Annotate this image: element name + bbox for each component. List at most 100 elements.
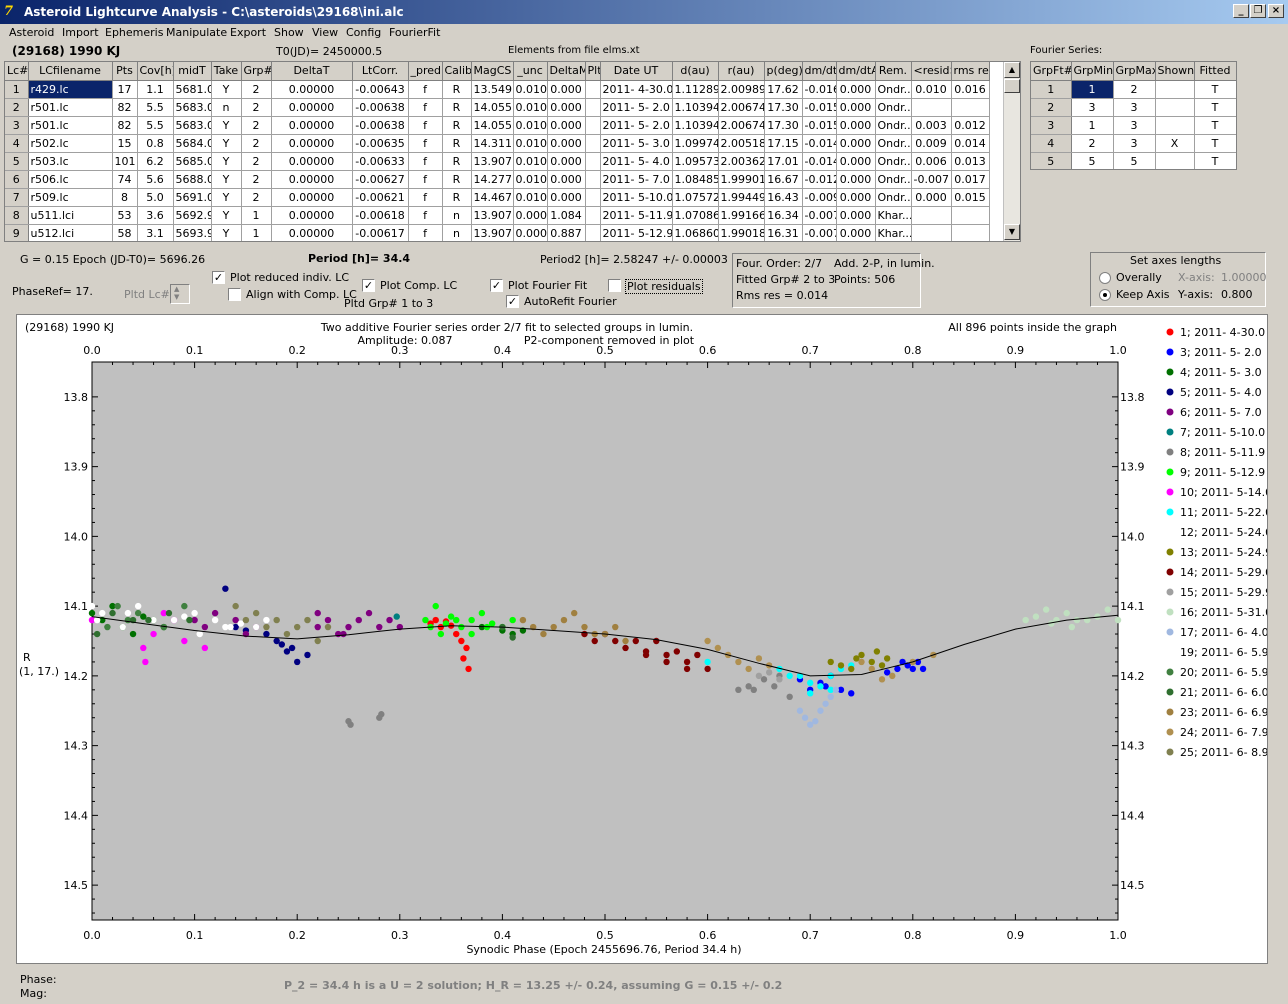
table-cell[interactable]: 16.43 [764,188,803,207]
table-cell[interactable]: r503.lc [28,152,113,171]
table-cell[interactable]: 53 [112,206,138,225]
fourier-col-header[interactable]: GrpMin [1071,62,1114,81]
table-cell[interactable] [585,116,601,135]
table-cell[interactable]: -0.007 [802,206,837,225]
table-cell[interactable]: f [408,206,443,225]
table-cell[interactable]: 74 [112,170,138,189]
table-cell[interactable]: 2011- 5- 3.0 [600,134,673,153]
table-cell[interactable]: 5693.9 [173,224,212,241]
table-cell[interactable]: f [408,98,443,117]
table-cell[interactable]: 5.0 [137,188,174,207]
table-cell[interactable]: 0.00000 [271,206,353,225]
table-cell[interactable]: 0.000 [547,116,586,135]
table-cell[interactable]: 0.00000 [271,224,353,241]
table-cell[interactable]: 0.000 [836,80,876,99]
table-cell[interactable]: 16.67 [764,170,803,189]
table-cell[interactable]: 0.000 [513,224,548,241]
table-cell[interactable]: 17.30 [764,98,803,117]
table-cell[interactable]: 14.055 [471,98,514,117]
row-header[interactable]: 2 [1031,98,1072,117]
table-cell[interactable]: 0.000 [547,80,586,99]
table-cell[interactable]: 0.000 [836,170,876,189]
table-cell[interactable]: 0.017 [951,170,990,189]
table-cell[interactable]: 1.99901 [718,170,765,189]
table-cell[interactable]: 3.6 [137,206,174,225]
table-cell[interactable]: 5691.0 [173,188,212,207]
table-row[interactable]: 112T [1031,80,1236,99]
plot-residuals-checkbox[interactable] [608,279,621,292]
table-cell[interactable]: 13.549 [471,80,514,99]
table-cell[interactable]: 1.10394 [672,98,719,117]
table-cell[interactable] [1155,152,1195,169]
table-cell[interactable]: 5692.9 [173,206,212,225]
table-cell[interactable]: Ondr... [875,134,912,153]
table-cell[interactable]: f [408,188,443,207]
table-cell[interactable]: 2011- 5-12.9 [600,224,673,241]
table-cell[interactable] [585,170,601,189]
table-cell[interactable] [911,206,952,225]
lc-col-header[interactable]: Rem. [875,62,912,81]
table-cell[interactable]: -0.00638 [352,98,409,117]
table-row[interactable]: 233T [1031,98,1236,117]
row-header[interactable]: 3 [5,116,29,135]
table-cell[interactable]: 2011- 5- 7.0 [600,170,673,189]
table-cell[interactable]: 1.99166 [718,206,765,225]
fourier-col-header[interactable]: Fitted [1194,62,1236,81]
table-cell[interactable]: R [442,116,472,135]
plot-reduced-checkbox[interactable]: ✓ [212,271,225,284]
table-cell[interactable]: 5.5 [137,116,174,135]
lc-col-header[interactable]: Pts [112,62,138,81]
table-cell[interactable]: 0.010 [513,80,548,99]
table-cell[interactable]: 5683.0 [173,98,212,117]
table-cell[interactable]: Ondr... [875,188,912,207]
menu-fourierfit[interactable]: FourierFit [389,26,440,39]
table-cell[interactable]: 1.99449 [718,188,765,207]
menu-manipulate[interactable]: Manipulate [166,26,227,39]
table-row[interactable]: 2 r501.lc 82 5.5 5683.0 n 2 0.00000 -0.00638 f R 14… [5,98,990,117]
table-cell[interactable]: 82 [112,98,138,117]
table-cell[interactable]: 1.06860 [672,224,719,241]
restore-button[interactable]: ❐ [1250,4,1266,18]
table-cell[interactable]: -0.014 [802,152,837,171]
table-cell[interactable]: Y [211,134,242,153]
table-cell[interactable]: 8 [112,188,138,207]
table-cell[interactable]: 0.000 [547,188,586,207]
table-cell[interactable]: -0.015 [802,116,837,135]
table-row[interactable]: 6 r506.lc 74 5.6 5688.0 Y 2 0.00000 -0.00627 f R 14… [5,170,990,189]
table-cell[interactable]: Khar... [875,224,912,241]
table-row[interactable]: 1 r429.lc 17 1.1 5681.0 Y 2 0.00000 -0.00643 f R 13… [5,80,990,99]
lc-col-header[interactable]: Calib [442,62,472,81]
table-cell[interactable]: u512.lci [28,224,113,241]
autorefit-checkbox[interactable]: ✓ [506,295,519,308]
scroll-thumb[interactable] [1004,79,1020,93]
row-header[interactable]: 6 [5,170,29,189]
table-cell[interactable]: T [1194,134,1236,153]
table-cell[interactable]: 0.003 [911,116,952,135]
table-cell[interactable] [911,224,952,241]
lc-col-header[interactable]: Grp# [241,62,272,81]
lc-col-header[interactable]: DeltaM [547,62,586,81]
table-cell[interactable]: 0.000 [547,134,586,153]
table-cell[interactable]: 2 [241,116,272,135]
lightcurve-table-scrollbar[interactable]: ▲ ▼ [1003,62,1020,241]
table-cell[interactable]: 2011- 5-10.0 [600,188,673,207]
table-cell[interactable]: f [408,80,443,99]
table-cell[interactable]: 0.000 [513,206,548,225]
table-row[interactable]: 555T [1031,152,1236,169]
table-cell[interactable]: Y [211,224,242,241]
menu-view[interactable]: View [312,26,338,39]
table-cell[interactable]: 1 [1071,80,1114,99]
menu-export[interactable]: Export [230,26,266,39]
table-cell[interactable]: 17.01 [764,152,803,171]
row-header[interactable]: 2 [5,98,29,117]
row-header[interactable]: 4 [5,134,29,153]
table-cell[interactable]: 5688.0 [173,170,212,189]
table-cell[interactable]: 0.013 [951,152,990,171]
row-header[interactable]: 5 [5,152,29,171]
table-cell[interactable]: T [1194,98,1236,117]
lc-col-header[interactable]: r(au) [718,62,765,81]
lc-col-header[interactable]: Date UT [600,62,673,81]
table-cell[interactable]: 0.00000 [271,152,353,171]
table-cell[interactable]: 17.15 [764,134,803,153]
table-cell[interactable]: -0.00635 [352,134,409,153]
